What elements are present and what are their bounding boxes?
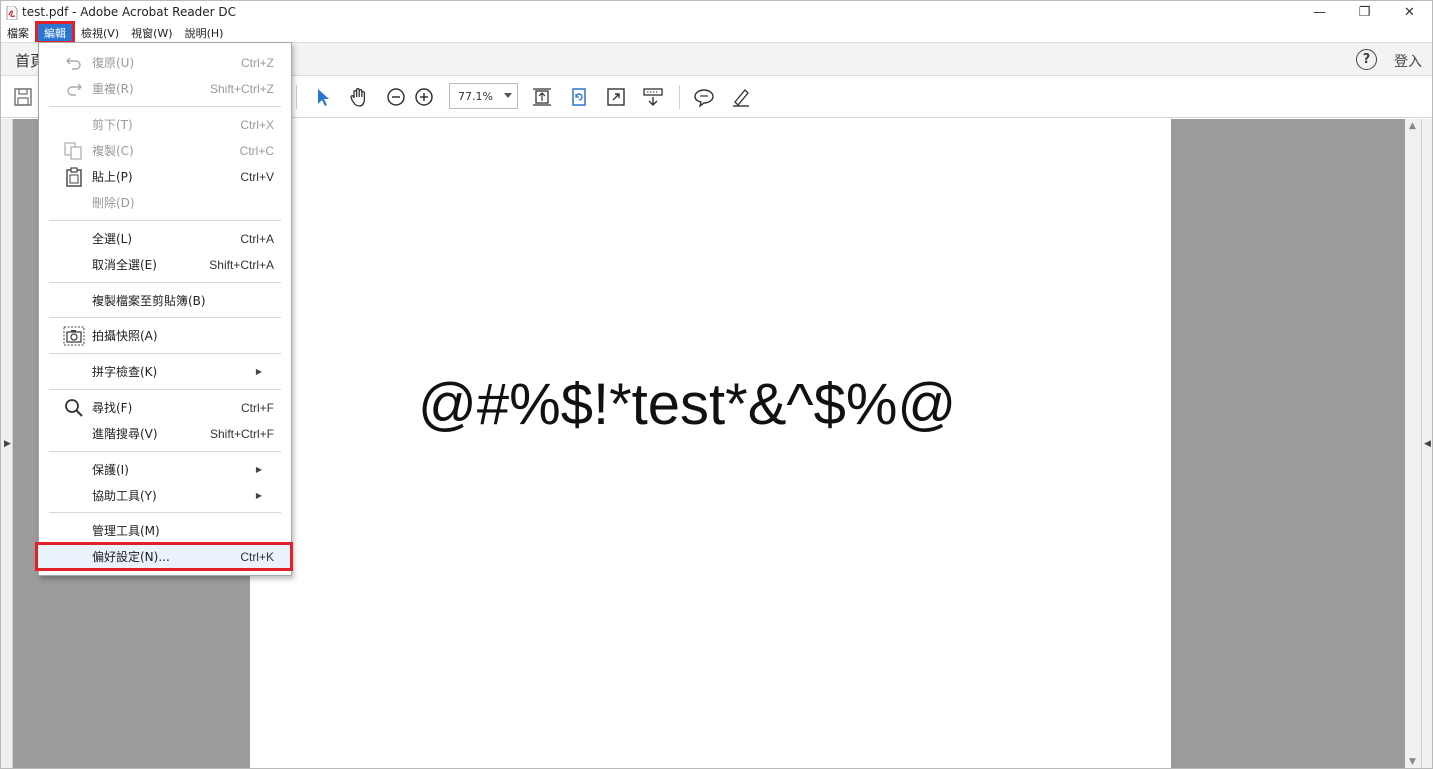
save-icon[interactable]	[11, 85, 35, 109]
menu-preferences[interactable]: 偏好設定(N)... Ctrl+K	[35, 542, 293, 571]
rotate-view-icon[interactable]	[567, 85, 591, 109]
menu-separator	[49, 317, 281, 318]
menu-help[interactable]: 說明(H)	[179, 23, 230, 42]
menu-copy[interactable]: 複製(C) Ctrl+C	[39, 138, 291, 163]
menu-separator	[49, 512, 281, 513]
submenu-arrow-icon: ▶	[255, 465, 262, 474]
pdf-page: @#%$!*test*&^$%@	[250, 119, 1171, 768]
window-title: test.pdf - Adobe Acrobat Reader DC	[22, 5, 237, 19]
window-controls: — ❐ ✕	[1297, 1, 1432, 23]
expand-left-icon: ▶	[4, 439, 11, 449]
menu-separator	[49, 282, 281, 283]
select-tool-icon[interactable]	[310, 85, 334, 109]
menu-separator	[49, 389, 281, 390]
menu-edit[interactable]: 編輯	[35, 21, 75, 44]
menu-separator	[49, 106, 281, 107]
submenu-arrow-icon: ▶	[255, 491, 262, 500]
menu-window[interactable]: 視窗(W)	[125, 23, 178, 42]
page-content-text: @#%$!*test*&^$%@	[418, 372, 957, 437]
hand-tool-icon[interactable]	[347, 85, 371, 109]
page-fit-icon[interactable]	[530, 85, 554, 109]
title-bar: test.pdf - Adobe Acrobat Reader DC — ❐ ✕	[1, 1, 1432, 23]
zoom-in-icon[interactable]	[412, 85, 436, 109]
menu-advanced-search[interactable]: 進階搜尋(V) Shift+Ctrl+F	[39, 421, 291, 446]
submenu-arrow-icon: ▶	[255, 367, 262, 376]
camera-icon	[63, 326, 85, 346]
toolbar-separator	[296, 85, 297, 109]
toolbar-separator	[679, 85, 680, 109]
menu-cut[interactable]: 剪下(T) Ctrl+X	[39, 112, 291, 137]
scroll-up-icon[interactable]: ▲	[1409, 121, 1416, 131]
menu-file[interactable]: 檔案	[1, 23, 35, 42]
menu-snapshot[interactable]: 拍攝快照(A)	[39, 323, 291, 348]
full-screen-icon[interactable]	[604, 85, 628, 109]
scroll-mode-icon[interactable]	[641, 85, 665, 109]
menu-copy-file[interactable]: 複製檔案至剪貼簿(B)	[39, 288, 291, 313]
minimize-button[interactable]: —	[1297, 1, 1342, 23]
highlight-pen-icon[interactable]	[729, 85, 753, 109]
scroll-down-icon[interactable]: ▼	[1409, 757, 1416, 767]
clipboard-icon	[63, 167, 85, 187]
menu-separator	[49, 451, 281, 452]
search-icon	[63, 398, 85, 418]
restore-button[interactable]: ❐	[1342, 1, 1387, 23]
menu-protection[interactable]: 保護(I) ▶	[39, 457, 291, 482]
menu-view[interactable]: 檢視(V)	[75, 23, 125, 42]
zoom-out-icon[interactable]	[384, 85, 408, 109]
menu-delete[interactable]: 刪除(D)	[39, 190, 291, 215]
signin-button[interactable]: 登入	[1394, 51, 1422, 71]
copy-icon	[63, 141, 85, 161]
menu-separator	[49, 353, 281, 354]
help-icon[interactable]: ?	[1356, 49, 1377, 70]
menu-paste[interactable]: 貼上(P) Ctrl+V	[39, 164, 291, 189]
menu-undo[interactable]: 復原(U) Ctrl+Z	[39, 50, 291, 75]
left-panel-toggle[interactable]: ▶	[1, 119, 13, 768]
pdf-file-icon	[6, 5, 18, 21]
menu-separator	[49, 220, 281, 221]
menu-deselect-all[interactable]: 取消全選(E) Shift+Ctrl+A	[39, 252, 291, 277]
chevron-down-icon	[504, 93, 512, 98]
vertical-scrollbar[interactable]: ▲ ▼	[1405, 119, 1421, 768]
undo-icon	[63, 53, 85, 73]
edit-menu-dropdown: 復原(U) Ctrl+Z 重複(R) Shift+Ctrl+Z 剪下(T) Ct…	[35, 42, 293, 576]
menu-manage-tools[interactable]: 管理工具(M)	[39, 518, 291, 543]
redo-icon	[63, 79, 85, 99]
right-panel-toggle[interactable]: ◀	[1421, 119, 1432, 768]
close-button[interactable]: ✕	[1387, 1, 1432, 23]
acrobat-window: test.pdf - Adobe Acrobat Reader DC — ❐ ✕…	[0, 0, 1433, 769]
zoom-level-select[interactable]: 77.1%	[449, 83, 518, 109]
menu-select-all[interactable]: 全選(L) Ctrl+A	[39, 226, 291, 251]
comment-icon[interactable]	[692, 85, 716, 109]
expand-right-icon: ◀	[1424, 439, 1431, 449]
zoom-level-value: 77.1%	[458, 89, 493, 103]
menu-redo[interactable]: 重複(R) Shift+Ctrl+Z	[39, 76, 291, 101]
menu-bar: 檔案 編輯 檢視(V) 視窗(W) 說明(H)	[1, 21, 1432, 44]
menu-accessibility[interactable]: 協助工具(Y) ▶	[39, 483, 291, 508]
menu-spelling[interactable]: 拼字檢查(K) ▶	[39, 359, 291, 384]
menu-find[interactable]: 尋找(F) Ctrl+F	[39, 395, 291, 420]
